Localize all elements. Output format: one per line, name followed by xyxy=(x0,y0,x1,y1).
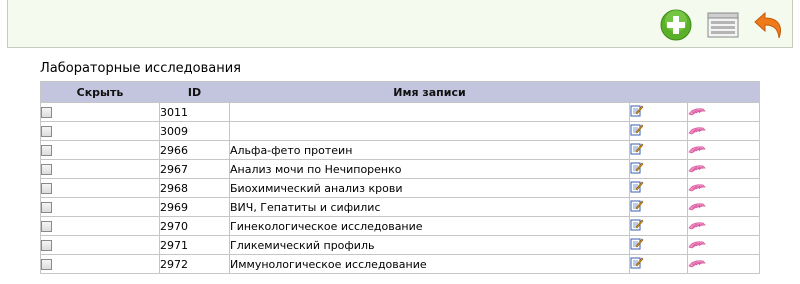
name-cell: Гинекологическое исследование xyxy=(229,216,630,236)
hide-checkbox[interactable] xyxy=(41,259,52,270)
delete-cell xyxy=(687,159,760,179)
delete-cell xyxy=(687,254,760,274)
edit-cell xyxy=(629,235,688,255)
id-cell: 2968 xyxy=(159,178,230,198)
toolbar xyxy=(7,0,793,48)
name-cell: Альфа-фето протеин xyxy=(229,140,630,160)
hide-checkbox[interactable] xyxy=(41,164,52,175)
id-cell: 3011 xyxy=(159,102,230,122)
column-header-hide[interactable]: Скрыть xyxy=(40,81,160,103)
edit-cell xyxy=(629,197,688,217)
table-row: 2968 Биохимический анализ крови xyxy=(40,178,760,198)
edit-cell xyxy=(629,159,688,179)
eraser-icon[interactable] xyxy=(688,125,707,138)
hide-cell xyxy=(40,102,160,122)
edit-icon[interactable] xyxy=(630,199,645,215)
id-cell: 2969 xyxy=(159,197,230,217)
name-cell: Биохимический анализ крови xyxy=(229,178,630,198)
eraser-icon[interactable] xyxy=(688,258,707,271)
table-header-row: Скрыть ID Имя записи xyxy=(40,81,760,103)
hide-cell xyxy=(40,159,160,179)
id-cell: 2966 xyxy=(159,140,230,160)
hide-cell xyxy=(40,178,160,198)
table-row: 2972 Иммунологическое исследование xyxy=(40,254,760,274)
delete-cell xyxy=(687,178,760,198)
id-cell: 2972 xyxy=(159,254,230,274)
delete-cell xyxy=(687,121,760,141)
id-cell: 2967 xyxy=(159,159,230,179)
edit-cell xyxy=(629,216,688,236)
table-row: 2966 Альфа-фето протеин xyxy=(40,140,760,160)
name-cell xyxy=(229,121,630,141)
delete-cell xyxy=(687,140,760,160)
id-cell: 2970 xyxy=(159,216,230,236)
hide-cell xyxy=(40,121,160,141)
hide-checkbox[interactable] xyxy=(41,183,52,194)
edit-cell xyxy=(629,121,688,141)
id-cell: 3009 xyxy=(159,121,230,141)
delete-cell xyxy=(687,102,760,122)
column-header-edit xyxy=(629,81,688,103)
table-row: 2970 Гинекологическое исследование xyxy=(40,216,760,236)
edit-icon[interactable] xyxy=(630,123,645,139)
edit-icon[interactable] xyxy=(630,180,645,196)
edit-icon[interactable] xyxy=(630,161,645,177)
edit-icon[interactable] xyxy=(630,142,645,158)
name-cell xyxy=(229,102,630,122)
table-row: 3011 xyxy=(40,102,760,122)
table-row: 3009 xyxy=(40,121,760,141)
table-row: 2967 Анализ мочи по Нечипоренко xyxy=(40,159,760,179)
eraser-icon[interactable] xyxy=(688,182,707,195)
id-cell: 2971 xyxy=(159,235,230,255)
name-cell: Анализ мочи по Нечипоренко xyxy=(229,159,630,179)
hide-checkbox[interactable] xyxy=(41,221,52,232)
edit-cell xyxy=(629,254,688,274)
eraser-icon[interactable] xyxy=(688,106,707,119)
add-icon[interactable] xyxy=(660,9,692,41)
hide-checkbox[interactable] xyxy=(41,202,52,213)
list-view-icon[interactable] xyxy=(707,9,739,41)
eraser-icon[interactable] xyxy=(688,144,707,157)
column-header-id[interactable]: ID xyxy=(159,81,230,103)
hide-cell xyxy=(40,254,160,274)
column-header-name[interactable]: Имя записи xyxy=(229,81,630,103)
edit-icon[interactable] xyxy=(630,256,645,272)
hide-cell xyxy=(40,216,160,236)
back-arrow-icon[interactable] xyxy=(753,9,785,41)
hide-checkbox[interactable] xyxy=(41,145,52,156)
hide-checkbox[interactable] xyxy=(41,107,52,118)
column-header-delete xyxy=(687,81,760,103)
edit-icon[interactable] xyxy=(630,104,645,120)
hide-checkbox[interactable] xyxy=(41,126,52,137)
edit-cell xyxy=(629,102,688,122)
hide-cell xyxy=(40,140,160,160)
eraser-icon[interactable] xyxy=(688,201,707,214)
edit-icon[interactable] xyxy=(630,218,645,234)
delete-cell xyxy=(687,197,760,217)
edit-icon[interactable] xyxy=(630,237,645,253)
name-cell: Гликемический профиль xyxy=(229,235,630,255)
name-cell: Иммунологическое исследование xyxy=(229,254,630,274)
eraser-icon[interactable] xyxy=(688,220,707,233)
eraser-icon[interactable] xyxy=(688,163,707,176)
table-row: 2969 ВИЧ, Гепатиты и сифилис xyxy=(40,197,760,217)
hide-cell xyxy=(40,197,160,217)
delete-cell xyxy=(687,216,760,236)
edit-cell xyxy=(629,178,688,198)
eraser-icon[interactable] xyxy=(688,239,707,252)
records-table: Скрыть ID Имя записи 3011 3009 2966 Альфа-ф… xyxy=(40,81,760,274)
hide-checkbox[interactable] xyxy=(41,240,52,251)
name-cell: ВИЧ, Гепатиты и сифилис xyxy=(229,197,630,217)
hide-cell xyxy=(40,235,160,255)
table-row: 2971 Гликемический профиль xyxy=(40,235,760,255)
section-title: Лабораторные исследования xyxy=(40,61,241,76)
delete-cell xyxy=(687,235,760,255)
edit-cell xyxy=(629,140,688,160)
